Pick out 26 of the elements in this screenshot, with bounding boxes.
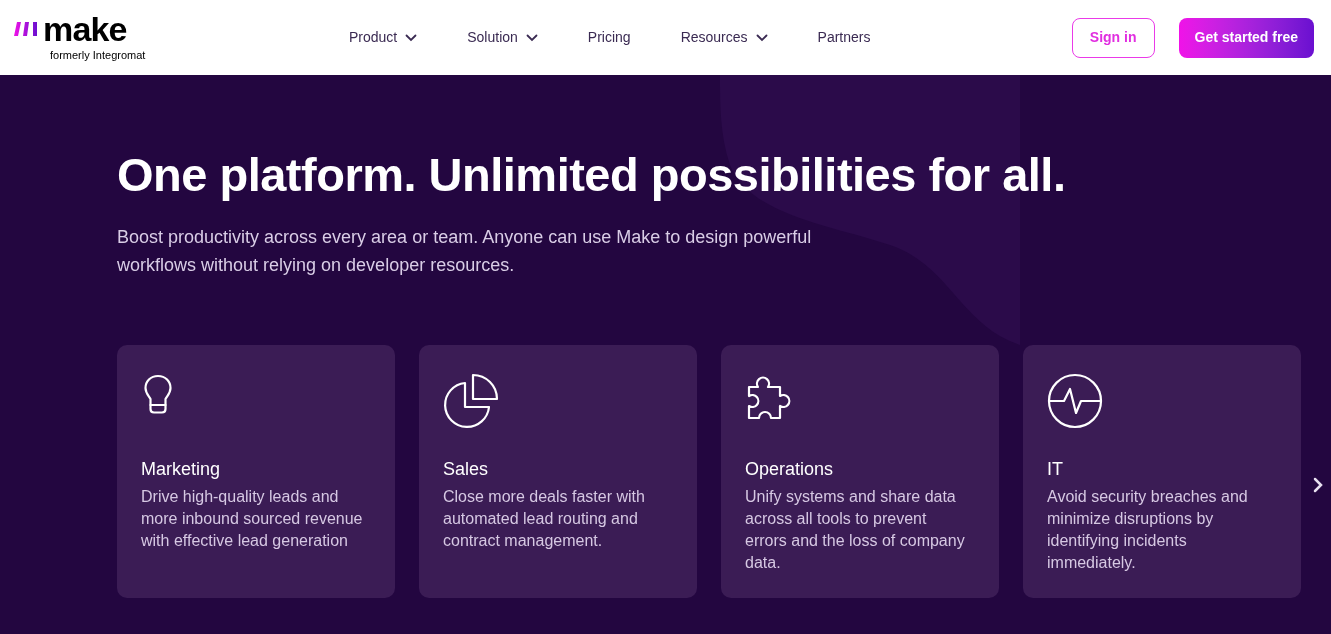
card-description: Drive high-quality leads and more inbound sourced revenue with effective lead generation	[141, 487, 364, 551]
category-card[interactable]: Operations Unify systems and share data across all tools to prevent errors and the loss of company data.	[721, 345, 999, 598]
sign-in-button[interactable]: Sign in	[1071, 17, 1155, 58]
logo-wordmark[interactable]: make	[43, 11, 127, 46]
logo-mark-icon	[13, 20, 39, 37]
category-card[interactable]: Marketing Drive high-quality leads and more inbound sourced revenue with effective lead generation	[117, 345, 395, 598]
card-title: IT	[1047, 458, 1064, 481]
card-description: Unify systems and share data across all tools to prevent errors and the loss of company data.	[745, 487, 966, 573]
card-description: Avoid security breaches and minimize disruptions by identifying incidents immediately.	[1047, 487, 1249, 573]
nav-link[interactable]: Resources	[680, 27, 768, 48]
hero-title: One platform. Unlimited possibilities for all.	[117, 147, 1067, 203]
nav-link[interactable]: Partners	[817, 27, 871, 48]
nav-link[interactable]: Product	[349, 27, 418, 48]
card-description: Close more deals faster with automated lead routing and contract management.	[443, 487, 646, 551]
category-card[interactable]: IT Avoid security breaches and minimize disruptions by identifying incidents immediately.	[1023, 345, 1301, 598]
category-card[interactable]: Sales Close more deals faster with automated lead routing and contract management.	[419, 345, 697, 598]
nav-link[interactable]: Pricing	[587, 27, 631, 48]
heartbeat-circle-icon	[1047, 373, 1103, 429]
logo-tagline: formerly Integromat	[50, 47, 146, 63]
pie-chart-icon	[443, 373, 499, 429]
nav-link[interactable]: Solution	[467, 27, 538, 48]
get-started-button[interactable]: Get started free	[1178, 17, 1314, 58]
card-title: Sales	[443, 458, 490, 481]
card-title: Marketing	[141, 458, 222, 481]
hero-subtitle: Boost productivity across every area or team. Anyone can use Make to design powerful workflows without relying on developer resources.	[117, 226, 813, 277]
card-title: Operations	[745, 458, 835, 481]
